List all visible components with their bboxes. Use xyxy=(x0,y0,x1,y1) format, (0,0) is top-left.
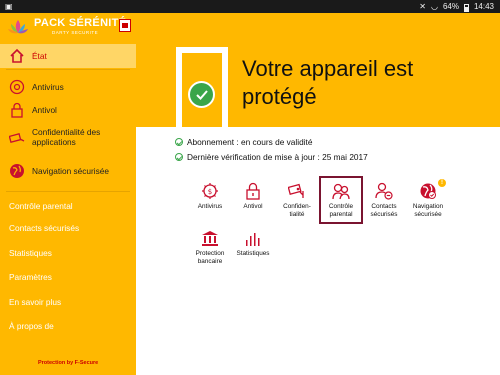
home-icon xyxy=(10,48,24,63)
brand: PACK SÉRÉNITÉ DARTY SECURITE xyxy=(0,13,136,43)
darty-logo-icon xyxy=(119,19,131,32)
warning-badge: ! xyxy=(438,179,446,187)
sidebar-item-label: Antivirus xyxy=(32,82,64,92)
subscription-text: Abonnement : en cours de validité xyxy=(187,137,313,147)
sidebar-link-statistiques[interactable]: Statistiques xyxy=(9,248,52,258)
wifi-icon: ◡ xyxy=(430,2,438,11)
sidebar-link-contacts[interactable]: Contacts sécurisés xyxy=(9,223,79,233)
sidebar-item-etat[interactable]: État xyxy=(0,44,136,68)
tile-navigation[interactable]: ! Navigation sécurisée xyxy=(406,178,450,224)
globe-icon xyxy=(420,183,436,199)
lotus-logo-icon xyxy=(8,20,28,34)
sidebar-item-navigation[interactable]: Navigation sécurisée xyxy=(0,161,136,181)
check-circle-icon xyxy=(175,153,183,161)
sidebar-item-label: Confidentialité des applications xyxy=(32,127,101,147)
status-bar: ▣ ✕ ◡ 64% 14:43 xyxy=(0,0,500,13)
sidebar-link-a-propos[interactable]: À propos de xyxy=(9,321,54,331)
tile-label: Navigation sécurisée xyxy=(412,203,444,218)
check-circle-icon xyxy=(175,138,183,146)
check-icon xyxy=(188,81,215,108)
contacts-icon xyxy=(375,182,393,200)
update-text: Dernière vérification de mise à jour : 2… xyxy=(187,152,368,162)
family-icon xyxy=(332,183,350,200)
svg-text:$: $ xyxy=(208,188,212,196)
mute-icon: ✕ xyxy=(419,2,426,11)
battery-percent: 64% xyxy=(442,2,459,11)
tile-antivirus[interactable]: $ Antivirus xyxy=(188,178,232,224)
sidebar-link-parametres[interactable]: Paramètres xyxy=(9,272,52,282)
sidebar-link-controle-parental[interactable]: Contrôle parental xyxy=(9,201,73,211)
sidebar-item-antivirus[interactable]: Antivirus xyxy=(0,77,136,97)
brand-subtitle: DARTY SECURITE xyxy=(52,30,99,35)
status-hero: Votre appareil est protégé xyxy=(136,13,500,133)
clock: 14:43 xyxy=(473,2,494,11)
sidebar-item-antivol[interactable]: Antivol xyxy=(0,100,136,120)
sidebar-item-label: Navigation sécurisée xyxy=(32,166,110,176)
tile-protection-bancaire[interactable]: Protection bancaire xyxy=(188,225,232,271)
stats-icon xyxy=(246,233,260,246)
divider xyxy=(6,69,130,70)
globe-icon xyxy=(10,164,24,178)
protection-by: Protection by F-Secure xyxy=(38,360,99,366)
lock-icon xyxy=(11,102,23,118)
tile-label: Statistiques xyxy=(236,250,270,257)
bank-icon xyxy=(202,231,218,246)
camera-icon xyxy=(288,183,304,198)
tile-statistiques[interactable]: Statistiques xyxy=(231,225,275,271)
sidebar: PACK SÉRÉNITÉ DARTY SECURITE État Antivi… xyxy=(0,13,136,375)
divider xyxy=(6,191,130,192)
brand-title: PACK SÉRÉNITÉ xyxy=(34,17,127,29)
notification-icon: ▣ xyxy=(5,2,13,11)
sidebar-item-label: Antivol xyxy=(32,105,57,115)
sidebar-item-label: État xyxy=(32,51,47,61)
battery-icon xyxy=(463,3,469,12)
virus-icon xyxy=(9,79,25,95)
subscription-status: Abonnement : en cours de validité xyxy=(175,137,312,147)
update-status: Dernière vérification de mise à jour : 2… xyxy=(175,152,368,162)
protection-status-title: Votre appareil est protégé xyxy=(242,56,414,109)
camera-icon xyxy=(9,133,25,143)
lock-icon xyxy=(246,182,260,200)
virus-icon: $ xyxy=(202,183,218,199)
sidebar-link-en-savoir-plus[interactable]: En savoir plus xyxy=(9,297,61,307)
sidebar-item-confidentialite[interactable]: Confidentialité des applications xyxy=(0,125,136,151)
